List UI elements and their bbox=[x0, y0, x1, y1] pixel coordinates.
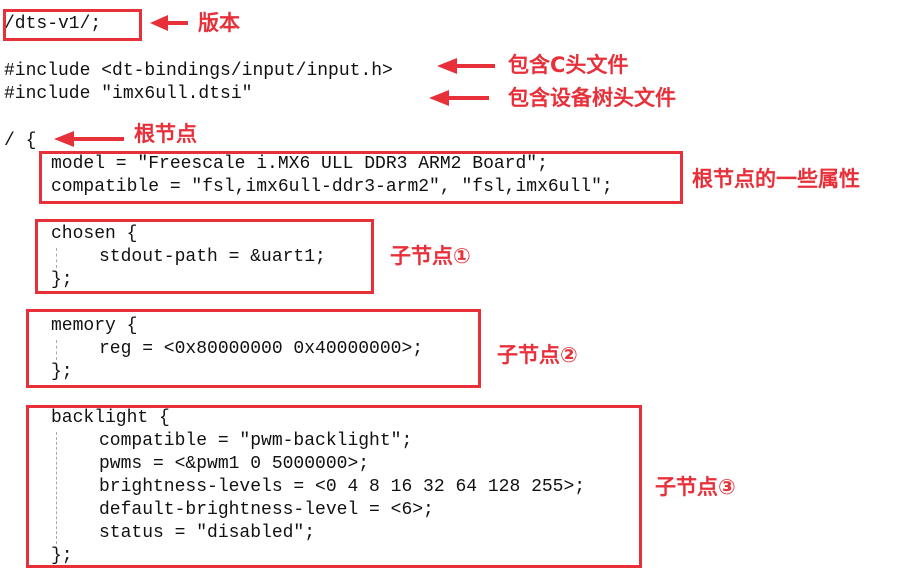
arrow-include-dtsi-icon bbox=[429, 90, 489, 106]
annotation-child-node-1: 子节点① bbox=[390, 244, 471, 268]
screenshot-root: { "code": { "version": "/dts-v1/;", "inc… bbox=[0, 0, 921, 587]
annotation-child-node-2: 子节点② bbox=[497, 343, 578, 367]
annotation-include-c: 包含C头文件 bbox=[508, 53, 629, 77]
annotation-child-node-3: 子节点③ bbox=[655, 475, 736, 499]
annotation-root-node: 根节点 bbox=[134, 122, 197, 146]
arrow-root-node-icon bbox=[54, 131, 124, 147]
annotation-version: 版本 bbox=[198, 11, 240, 35]
arrow-version-icon bbox=[150, 15, 188, 31]
annotation-arrows bbox=[54, 15, 495, 147]
annotation-root-properties: 根节点的一些属性 bbox=[692, 167, 860, 191]
arrow-include-c-icon bbox=[437, 58, 495, 74]
annotation-include-dtsi: 包含设备树头文件 bbox=[508, 86, 676, 110]
